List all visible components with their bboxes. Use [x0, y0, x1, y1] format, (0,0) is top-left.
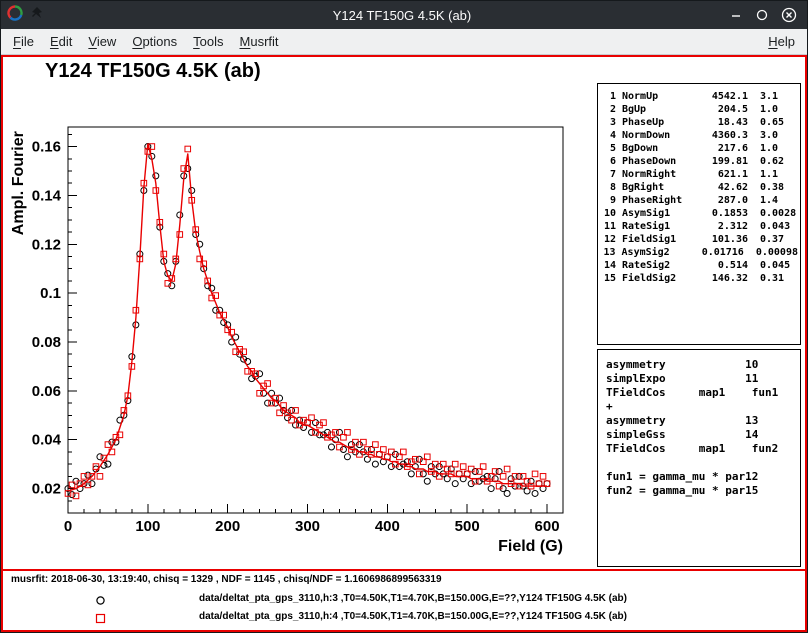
param-row: 14RateSig20.5140.045: [600, 259, 798, 272]
app-icon: [7, 5, 23, 26]
maximize-button[interactable]: [755, 8, 769, 22]
svg-text:200: 200: [215, 518, 240, 535]
menu-item-musrfit[interactable]: Musrfit: [232, 31, 287, 52]
menubar: FileEditViewOptionsToolsMusrfit Help: [1, 29, 807, 55]
param-row: 13AsymSig20.017160.00098: [600, 246, 798, 259]
legend-entries: data/deltat_pta_gps_3110,h:3 ,T0=4.50K,T…: [3, 590, 805, 626]
svg-text:300: 300: [295, 518, 320, 535]
svg-text:500: 500: [455, 518, 480, 535]
legend-entry: data/deltat_pta_gps_3110,h:3 ,T0=4.50K,T…: [3, 590, 805, 608]
svg-text:0: 0: [64, 518, 72, 535]
parameter-box: 1NormUp4542.13.12BgUp204.51.03PhaseUp18.…: [597, 83, 801, 345]
legend-entry: data/deltat_pta_gps_3110,h:4 ,T0=4.50K,T…: [3, 608, 805, 626]
close-button[interactable]: [781, 7, 797, 23]
legend-entry-label: data/deltat_pta_gps_3110,h:4 ,T0=4.50K,T…: [199, 611, 627, 622]
svg-text:0.08: 0.08: [32, 334, 61, 351]
legend-entry-label: data/deltat_pta_gps_3110,h:3 ,T0=4.50K,T…: [199, 593, 627, 604]
svg-text:600: 600: [535, 518, 560, 535]
window-title: Y124 TF150G 4.5K (ab): [127, 8, 677, 23]
fourier-plot[interactable]: 0 100 200 300 400 500 600 0.02 0.04 0.06 0.08 0.1 0.…: [3, 57, 593, 569]
app-window: Y124 TF150G 4.5K (ab) FileEditViewOption…: [0, 0, 808, 633]
theory-box: asymmetry 10 simplExpo 11 TFieldCos map1…: [597, 349, 801, 567]
square-marker-icon: [95, 611, 106, 629]
param-row: 1NormUp4542.13.1: [600, 90, 798, 103]
param-row: 5BgDown217.61.0: [600, 142, 798, 155]
menu-item-edit[interactable]: Edit: [42, 31, 80, 52]
axis-labels: 0 100 200 300 400 500 600 0.02 0.04 0.06 0.08 0.1 0.…: [10, 131, 563, 555]
x-axis-title: Field (G): [498, 538, 563, 555]
svg-text:400: 400: [375, 518, 400, 535]
pin-icon: [29, 6, 43, 25]
svg-text:0.1: 0.1: [40, 285, 61, 302]
menubar-items: FileEditViewOptionsToolsMusrfit: [5, 31, 287, 52]
param-row: 2BgUp204.51.0: [600, 103, 798, 116]
param-row: 7NormRight621.11.1: [600, 168, 798, 181]
menu-item-view[interactable]: View: [80, 31, 124, 52]
fit-info: musrfit: 2018-06-30, 13:19:40, chisq = 1…: [11, 574, 442, 585]
param-row: 8BgRight42.620.38: [600, 181, 798, 194]
svg-text:0.02: 0.02: [32, 481, 61, 498]
series-squares: [65, 144, 550, 499]
param-row: 10AsymSig10.18530.0028: [600, 207, 798, 220]
menu-item-options[interactable]: Options: [124, 31, 185, 52]
param-row: 12FieldSig1101.360.37: [600, 233, 798, 246]
menu-item-tools[interactable]: Tools: [185, 31, 231, 52]
svg-text:0.16: 0.16: [32, 139, 61, 156]
param-row: 9PhaseRight287.01.4: [600, 194, 798, 207]
param-row: 6PhaseDown199.810.62: [600, 155, 798, 168]
series-circles: [65, 144, 550, 498]
legend-pad: musrfit: 2018-06-30, 13:19:40, chisq = 1…: [3, 571, 805, 629]
titlebar-buttons: [677, 7, 807, 23]
minimize-button[interactable]: [729, 8, 743, 22]
svg-text:0.14: 0.14: [32, 187, 62, 204]
svg-text:100: 100: [135, 518, 160, 535]
menu-item-file[interactable]: File: [5, 31, 42, 52]
root-canvas[interactable]: Y124 TF150G 4.5K (ab) 010020030040050060…: [1, 55, 807, 632]
param-row: 3PhaseUp18.430.65: [600, 116, 798, 129]
menu-item-help[interactable]: Help: [760, 31, 803, 52]
svg-text:0.04: 0.04: [32, 432, 62, 449]
main-pad[interactable]: Y124 TF150G 4.5K (ab) 010020030040050060…: [3, 57, 805, 571]
svg-text:0.12: 0.12: [32, 236, 61, 253]
titlebar[interactable]: Y124 TF150G 4.5K (ab): [1, 1, 807, 29]
param-row: 11RateSig12.3120.043: [600, 220, 798, 233]
plot-axes: [68, 127, 563, 513]
titlebar-icons: [1, 5, 127, 26]
param-row: 4NormDown4360.33.0: [600, 129, 798, 142]
fit-line: [68, 144, 547, 491]
param-row: 15FieldSig2146.320.31: [600, 272, 798, 285]
svg-text:0.06: 0.06: [32, 383, 61, 400]
y-axis-title: Ampl. Fourier: [10, 131, 27, 235]
